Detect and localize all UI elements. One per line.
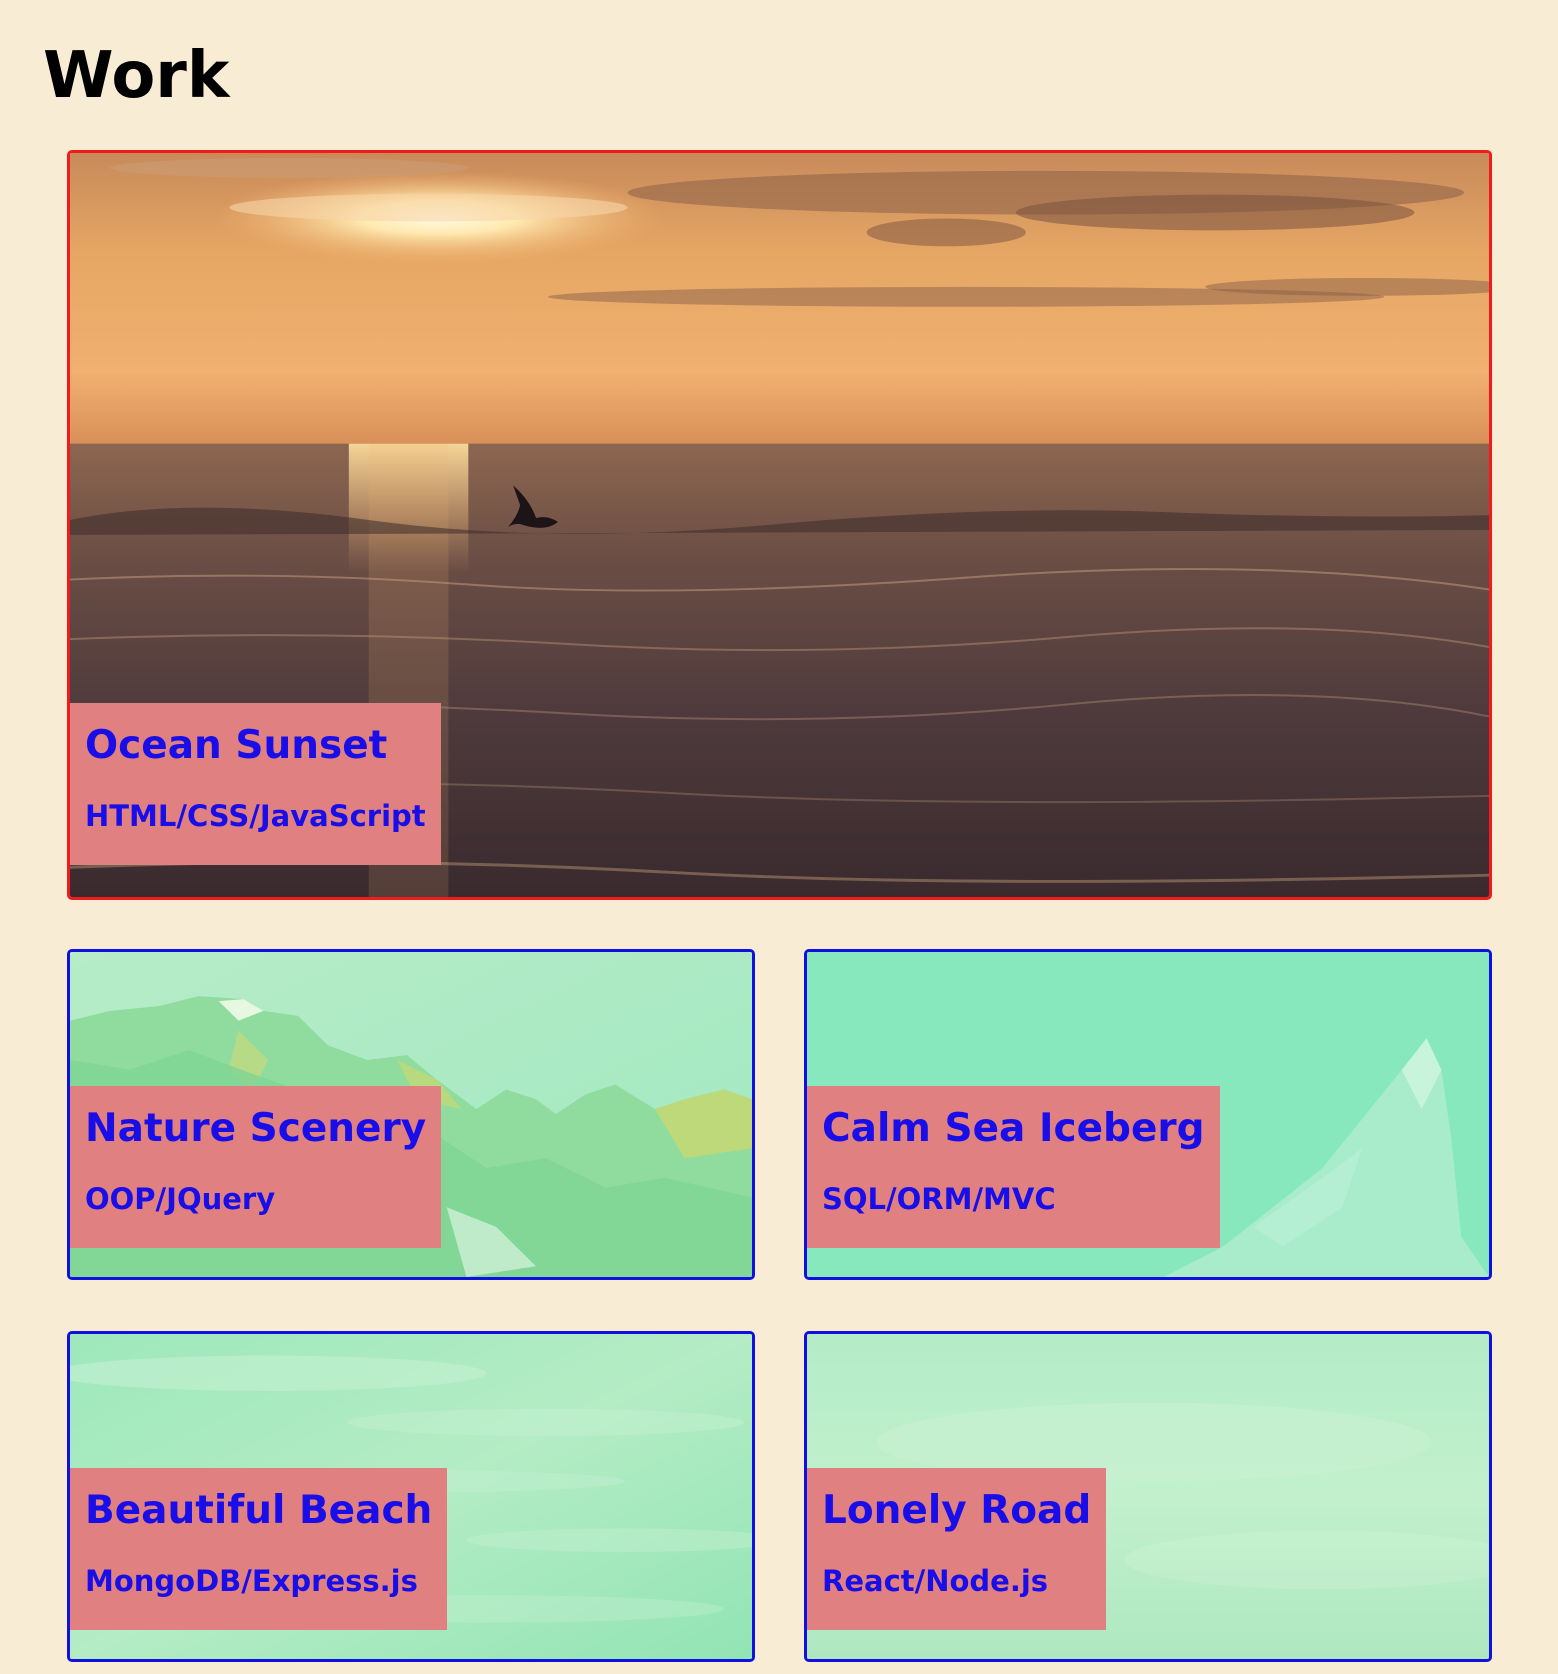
- project-label: Ocean Sunset HTML/CSS/JavaScript: [70, 703, 441, 865]
- project-title[interactable]: Calm Sea Iceberg: [822, 1104, 1205, 1154]
- project-label: Calm Sea Iceberg SQL/ORM/MVC: [807, 1086, 1220, 1248]
- project-title[interactable]: Nature Scenery: [85, 1104, 426, 1154]
- project-label: Nature Scenery OOP/JQuery: [70, 1086, 442, 1248]
- project-tech: OOP/JQuery: [85, 1182, 276, 1216]
- project-card-beautiful-beach[interactable]: Beautiful Beach MongoDB/Express.js: [67, 1331, 755, 1662]
- project-card-nature-scenery[interactable]: Nature Scenery OOP/JQuery: [67, 949, 755, 1280]
- project-tech: HTML/CSS/JavaScript: [85, 799, 426, 833]
- page-title: Work: [43, 39, 230, 113]
- project-title[interactable]: Lonely Road: [822, 1486, 1091, 1536]
- project-card-ocean-sunset[interactable]: Ocean Sunset HTML/CSS/JavaScript: [67, 150, 1492, 900]
- project-label: Beautiful Beach MongoDB/Express.js: [70, 1468, 448, 1630]
- project-tech: MongoDB/Express.js: [85, 1564, 418, 1598]
- project-card-calm-sea-iceberg[interactable]: Calm Sea Iceberg SQL/ORM/MVC: [804, 949, 1492, 1280]
- project-card-lonely-road[interactable]: Lonely Road React/Node.js: [804, 1331, 1492, 1662]
- project-title[interactable]: Ocean Sunset: [85, 721, 426, 771]
- project-label: Lonely Road React/Node.js: [807, 1468, 1107, 1630]
- project-title[interactable]: Beautiful Beach: [85, 1486, 432, 1536]
- project-tech: React/Node.js: [822, 1564, 1049, 1598]
- project-tech: SQL/ORM/MVC: [822, 1182, 1056, 1216]
